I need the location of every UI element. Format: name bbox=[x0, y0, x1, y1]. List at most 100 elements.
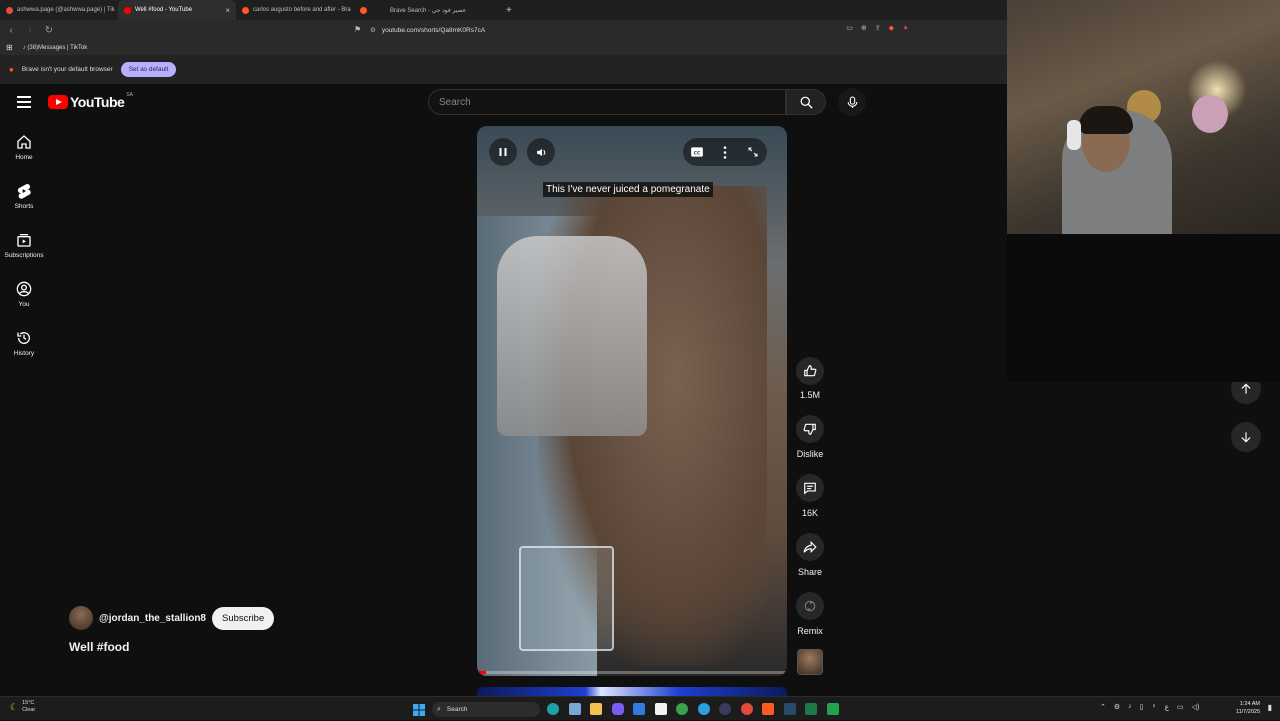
notification-icon[interactable]: ▮ bbox=[1268, 703, 1272, 712]
browser-tab[interactable]: ashwwa.page (@ashwwa.page) | Tik bbox=[0, 0, 118, 20]
webcam-person-hair bbox=[1079, 106, 1133, 134]
obs-icon[interactable] bbox=[719, 703, 731, 715]
pause-button[interactable] bbox=[489, 138, 517, 166]
clock[interactable]: 1:24 AM 11/7/2025 bbox=[1236, 700, 1260, 716]
reload-icon[interactable]: ↻ bbox=[41, 25, 57, 36]
speaker-tray-icon[interactable]: ♪ bbox=[1128, 703, 1132, 711]
tab-label: Brave Search - عصير فود جي bbox=[390, 7, 467, 14]
remix-button[interactable] bbox=[796, 592, 824, 620]
volume-button[interactable] bbox=[527, 138, 555, 166]
sheets-icon[interactable] bbox=[826, 703, 839, 715]
comment-count: 16K bbox=[801, 508, 818, 518]
language-indicator[interactable]: ع bbox=[1165, 703, 1169, 711]
shorts-video-player[interactable]: CC This I've never juiced a pomegranate bbox=[477, 126, 787, 676]
xbox-icon[interactable] bbox=[676, 703, 688, 715]
browser-tab[interactable]: Brave Search - عصير فود جي bbox=[380, 0, 500, 20]
taskbar-search[interactable]: ⌕ Search bbox=[432, 702, 540, 717]
channel-avatar[interactable] bbox=[69, 606, 93, 630]
chevron-up-icon[interactable]: ⌃ bbox=[1100, 703, 1106, 711]
battery-icon[interactable]: ▯ bbox=[1140, 703, 1144, 711]
video-frame-glass bbox=[519, 546, 614, 651]
youtube-page: YouTube SA Search Home Shorts Subscripti… bbox=[0, 84, 1261, 696]
more-options-button[interactable] bbox=[711, 138, 739, 166]
set-as-default-button[interactable]: Set as default bbox=[120, 62, 177, 77]
close-tab-icon[interactable]: × bbox=[225, 6, 230, 15]
url-actions: ▭ ⊕ ⇪ ◆ ▲ bbox=[846, 24, 909, 32]
bookmark-item[interactable]: ♪ (38)Messages | TikTok bbox=[23, 45, 88, 51]
editor-icon[interactable] bbox=[633, 703, 645, 715]
sidebar-item-home[interactable]: Home bbox=[0, 134, 48, 161]
sidebar-label: You bbox=[18, 301, 30, 308]
start-button[interactable] bbox=[413, 703, 425, 721]
forward-icon[interactable]: › bbox=[22, 25, 38, 36]
steam-icon[interactable] bbox=[783, 703, 796, 715]
default-browser-infobar: ● Brave isn't your default browser Set a… bbox=[0, 55, 1007, 84]
captions-button[interactable]: CC bbox=[683, 138, 711, 166]
next-video-peek[interactable] bbox=[477, 687, 787, 696]
network-icon[interactable]: ▭ bbox=[1177, 703, 1184, 711]
webcam-headphones bbox=[1067, 120, 1081, 150]
sidebar-item-you[interactable]: You bbox=[0, 281, 48, 308]
dislike-button[interactable] bbox=[796, 415, 824, 443]
mic-tray-icon[interactable]: ♀ bbox=[1152, 703, 1157, 711]
zoom-icon[interactable]: ⊕ bbox=[861, 24, 867, 32]
back-icon[interactable]: ‹ bbox=[3, 25, 19, 36]
weather-widget[interactable]: ☾ 15°C Clear bbox=[10, 700, 35, 714]
brave-icon[interactable] bbox=[762, 703, 774, 715]
task-view-icon[interactable] bbox=[568, 703, 581, 715]
cast-icon[interactable]: ▭ bbox=[846, 24, 853, 32]
url-text: youtube.com/shorts/Qa8mK0Rs7cA bbox=[381, 26, 486, 34]
channel-name[interactable]: @jordan_the_stallion8 bbox=[99, 613, 206, 624]
edge-icon[interactable] bbox=[547, 703, 559, 715]
youtube-logo[interactable]: YouTube SA bbox=[48, 92, 133, 110]
clock-time: 1:24 AM bbox=[1239, 701, 1260, 707]
share-icon[interactable]: ⇪ bbox=[875, 24, 881, 32]
taskbar-search-label: Search bbox=[446, 706, 468, 713]
bookmark-icon[interactable]: ⚑ bbox=[354, 25, 361, 34]
new-tab-icon[interactable]: + bbox=[500, 5, 518, 16]
home-icon bbox=[17, 135, 31, 149]
search-input[interactable]: Search bbox=[428, 89, 786, 115]
video-progress-bar[interactable] bbox=[477, 671, 787, 674]
brave-rewards-icon[interactable]: ▲ bbox=[902, 24, 909, 32]
search-button[interactable] bbox=[786, 89, 826, 115]
subscribe-button[interactable]: Subscribe bbox=[212, 606, 275, 630]
share-button[interactable] bbox=[796, 533, 824, 561]
browser-tab[interactable]: carlos augusto before and after - Bra bbox=[236, 0, 354, 20]
excel-icon[interactable] bbox=[805, 703, 817, 715]
settings-tray-icon[interactable]: ⚙ bbox=[1114, 703, 1120, 711]
subscriptions-icon bbox=[17, 234, 31, 247]
chrome-icon[interactable] bbox=[740, 703, 753, 715]
sidebar-item-subscriptions[interactable]: Subscriptions bbox=[0, 232, 48, 259]
voice-search-button[interactable] bbox=[838, 88, 866, 116]
share-label: Share bbox=[797, 567, 823, 577]
tab-label: Well #food - YouTube bbox=[135, 7, 193, 13]
weather-icon: ☾ bbox=[10, 701, 19, 712]
channel-row: @jordan_the_stallion8 Subscribe bbox=[69, 606, 275, 630]
telegram-icon[interactable] bbox=[697, 703, 710, 715]
apps-grid-icon[interactable]: ⊞ bbox=[6, 43, 13, 52]
search-icon: ⌕ bbox=[437, 705, 441, 713]
menu-icon[interactable] bbox=[17, 96, 31, 108]
site-info-icon[interactable]: ⚙ bbox=[370, 26, 376, 34]
volume-tray-icon[interactable]: ◁) bbox=[1192, 703, 1200, 711]
brave-favicon-icon bbox=[242, 6, 249, 14]
sound-thumbnail[interactable] bbox=[797, 649, 823, 675]
video-title[interactable]: Well #food bbox=[69, 640, 129, 654]
bookmark-label: (38)Messages | TikTok bbox=[27, 44, 88, 51]
browser-tab-active[interactable]: Well #food - YouTube × bbox=[118, 0, 236, 20]
url-field[interactable]: ⚙ youtube.com/shorts/Qa8mK0Rs7cA bbox=[370, 22, 910, 38]
like-button[interactable] bbox=[796, 357, 824, 385]
sidebar-item-shorts[interactable]: Shorts bbox=[0, 183, 48, 210]
browser-tab[interactable] bbox=[354, 0, 380, 20]
sidebar-item-history[interactable]: History bbox=[0, 330, 48, 357]
terminal-icon[interactable] bbox=[654, 703, 667, 715]
next-video-button[interactable] bbox=[1231, 422, 1261, 452]
discord-icon[interactable] bbox=[611, 703, 624, 715]
volume-icon bbox=[536, 148, 545, 156]
brave-shields-icon[interactable]: ◆ bbox=[889, 24, 894, 32]
file-explorer-icon[interactable] bbox=[590, 703, 602, 715]
taskbar-apps bbox=[547, 703, 839, 715]
comments-button[interactable] bbox=[796, 474, 824, 502]
fullscreen-button[interactable] bbox=[739, 138, 767, 166]
